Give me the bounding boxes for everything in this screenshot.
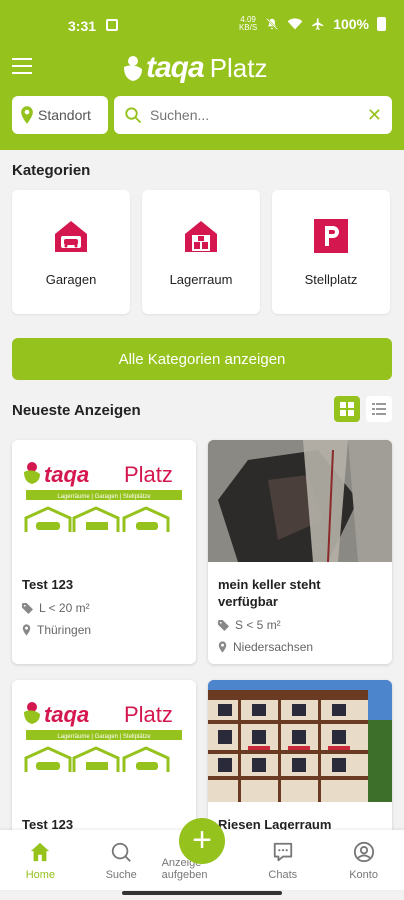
svg-text:Platz: Platz	[124, 462, 173, 487]
newest-listings-heading: Neueste Anzeigen	[12, 402, 141, 419]
chat-icon	[273, 842, 292, 862]
listing-image-logo: taqa Platz Lagerräume | Garagen | Stellp…	[12, 440, 196, 562]
search-input[interactable]	[150, 107, 359, 123]
svg-text:taqa: taqa	[44, 702, 89, 727]
account-icon	[353, 841, 374, 863]
listing-size: S < 5 m²	[218, 618, 382, 632]
listing-image-logo: taqa Platz Lagerräume | Garagen | Stellp…	[12, 680, 196, 802]
category-lagerraum[interactable]: Lagerraum	[142, 190, 260, 314]
wifi-icon	[287, 18, 303, 30]
listing-grid: taqa Platz Lagerräume | Garagen | Stellp…	[12, 440, 392, 840]
app-header: taqa Platz	[0, 46, 404, 94]
category-list: Garagen Lagerraum Stellplatz	[12, 190, 392, 314]
gesture-bar	[122, 891, 282, 895]
nav-chats-label: Chats	[268, 869, 298, 881]
home-icon	[31, 842, 50, 862]
logo-word: Platz	[209, 52, 268, 83]
storage-icon	[185, 220, 217, 252]
building-photo	[208, 680, 392, 802]
list-icon	[372, 403, 386, 415]
status-time: 3:31	[68, 18, 97, 34]
image-notification-icon	[106, 19, 118, 31]
taqa-logo-image: taqa Platz Lagerräume | Garagen | Stellp…	[24, 702, 182, 772]
menu-button[interactable]	[12, 58, 32, 74]
location-pin-icon	[22, 624, 31, 636]
listing-image-building	[208, 680, 392, 802]
listing-location: Thüringen	[22, 623, 186, 637]
nav-search-label: Suche	[105, 869, 137, 881]
nav-account[interactable]: Konto	[323, 830, 404, 890]
clear-search-icon[interactable]: ✕	[367, 105, 382, 126]
post-ad-button[interactable]: +	[179, 818, 225, 864]
nav-account-label: Konto	[349, 869, 378, 881]
logo-mark: taqa	[146, 51, 205, 84]
taqa-logo-image: taqa Platz Lagerräume | Garagen | Stellp…	[24, 462, 182, 532]
tag-icon	[218, 619, 229, 631]
list-view-button[interactable]	[366, 396, 392, 422]
listing-card[interactable]: mein keller steht verfügbar S < 5 m² Nie…	[208, 440, 392, 664]
battery-percent: 100%	[333, 16, 369, 32]
listing-card[interactable]: Riesen Lagerraum	[208, 680, 392, 840]
listing-title: Test 123	[22, 577, 74, 592]
location-button[interactable]: Standort	[12, 96, 108, 134]
category-label: Stellplatz	[304, 271, 358, 287]
garage-icon	[55, 220, 87, 252]
tag-icon	[22, 602, 33, 614]
svg-text:Lagerräume | Garagen | Stellpl: Lagerräume | Garagen | Stellplätze	[57, 734, 151, 740]
parking-icon	[314, 218, 348, 253]
listing-location: Niedersachsen	[218, 640, 382, 654]
nav-home[interactable]: Home	[0, 830, 81, 890]
category-garagen[interactable]: Garagen	[12, 190, 130, 314]
airplane-icon	[312, 18, 324, 30]
location-pin-icon	[218, 641, 227, 653]
location-pin-icon	[21, 106, 33, 124]
category-label: Garagen	[45, 271, 97, 287]
nav-search[interactable]: Suche	[81, 830, 162, 890]
search-icon	[112, 842, 132, 862]
menu-line	[12, 65, 32, 67]
all-categories-button[interactable]: Alle Kategorien anzeigen	[12, 338, 392, 380]
category-stellplatz[interactable]: Stellplatz	[272, 190, 390, 314]
status-bar: 3:31 4.09 KB/S 100%	[0, 0, 404, 46]
listing-size: L < 20 m²	[22, 601, 186, 615]
view-toggle	[334, 396, 392, 422]
rooster-icon	[124, 56, 142, 81]
location-label: Standort	[38, 107, 91, 123]
cellar-photo	[208, 440, 392, 562]
status-right: 4.09 KB/S 100%	[239, 16, 386, 32]
category-label: Lagerraum	[169, 271, 233, 287]
search-row: Standort ✕	[12, 96, 392, 134]
network-speed: 4.09 KB/S	[238, 15, 258, 32]
listing-image-cellar	[208, 440, 392, 562]
nav-chats[interactable]: Chats	[242, 830, 323, 890]
listing-card[interactable]: taqa Platz Lagerräume | Garagen | Stellp…	[12, 440, 196, 664]
app-logo: taqa Platz	[120, 46, 268, 90]
search-icon	[125, 107, 142, 124]
search-box[interactable]: ✕	[114, 96, 392, 134]
menu-line	[12, 58, 32, 60]
categories-heading: Kategorien	[12, 162, 91, 179]
svg-text:Platz: Platz	[124, 702, 173, 727]
grid-icon	[340, 402, 354, 416]
battery-icon	[377, 17, 386, 31]
listing-title: mein keller steht verfügbar	[218, 577, 321, 609]
grid-view-button[interactable]	[334, 396, 360, 422]
nav-home-label: Home	[25, 869, 56, 881]
svg-text:taqa: taqa	[44, 462, 89, 487]
svg-text:Lagerräume | Garagen | Stellpl: Lagerräume | Garagen | Stellplätze	[57, 494, 151, 500]
menu-line	[12, 72, 32, 74]
mute-icon	[266, 18, 279, 30]
listing-card[interactable]: taqa Platz Lagerräume | Garagen | Stellp…	[12, 680, 196, 840]
